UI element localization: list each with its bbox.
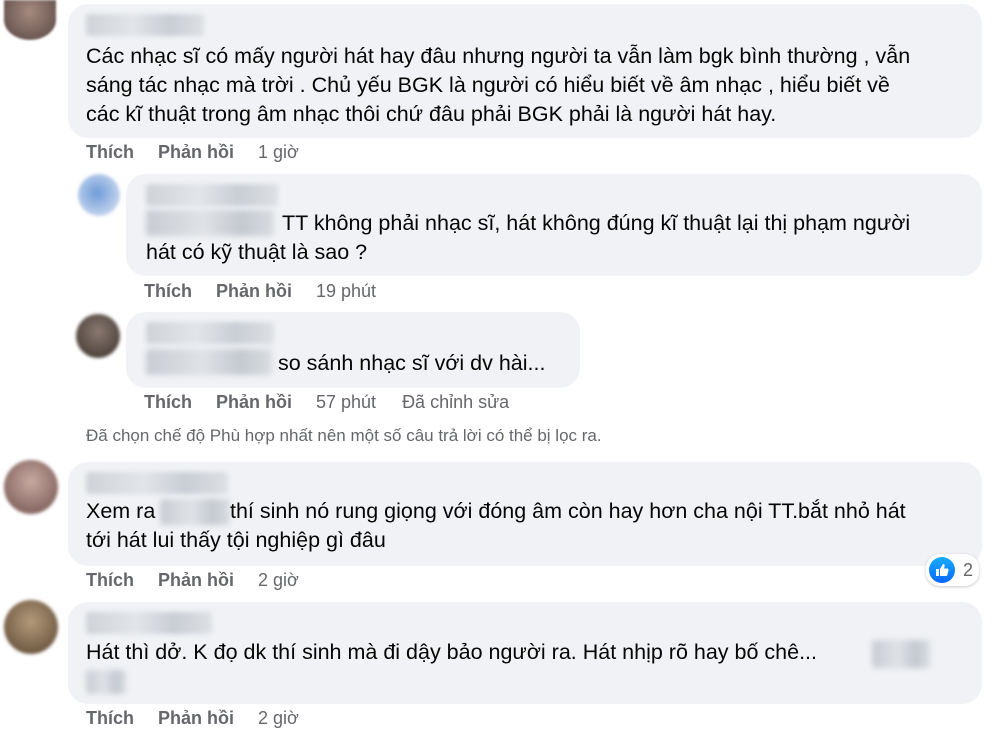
avatar[interactable]: [76, 314, 120, 358]
comment-text-line: TT không phải nhạc sĩ, hát không đúng kĩ…: [282, 211, 911, 235]
like-button[interactable]: Thích: [86, 570, 134, 591]
comment-timestamp[interactable]: 57 phút: [316, 392, 376, 413]
tagged-name-blurred[interactable]: [146, 349, 272, 375]
comment-bubble: Xem ra thí sinh nó rung giọng với đóng â…: [68, 462, 982, 566]
comment-text-line: tới hát lui thấy tội nghiệp gì đâu: [86, 528, 386, 552]
like-icon: [929, 557, 955, 583]
filter-notice: Đã chọn chế độ Phù hợp nhất nên một số c…: [86, 426, 602, 445]
commenter-name-blurred[interactable]: [86, 14, 204, 36]
avatar[interactable]: [4, 600, 58, 654]
comment-text-line: so sánh nhạc sĩ với dv hài...: [278, 351, 546, 375]
tagged-name-blurred[interactable]: [146, 210, 274, 236]
reaction-count: 2: [963, 559, 974, 580]
tagged-name-blurred[interactable]: [872, 640, 930, 668]
reply-button[interactable]: Phản hồi: [158, 708, 234, 729]
comment-actions: Thích Phản hồi 2 giờ: [86, 570, 299, 591]
like-button[interactable]: Thích: [86, 142, 134, 163]
avatar[interactable]: [4, 460, 58, 514]
comment-timestamp[interactable]: 2 giờ: [258, 708, 299, 729]
commenter-name-blurred[interactable]: [86, 472, 228, 494]
commenter-name-blurred[interactable]: [146, 322, 274, 344]
comment-timestamp[interactable]: 19 phút: [316, 281, 376, 302]
comment-actions: Thích Phản hồi 2 giờ: [86, 708, 299, 729]
comment-text-line: các kĩ thuật trong âm nhạc thôi chứ đâu …: [86, 102, 777, 126]
reaction-summary[interactable]: 2: [926, 554, 980, 586]
like-button[interactable]: Thích: [144, 392, 192, 413]
avatar[interactable]: [4, 0, 56, 40]
comment-text-line: Các nhạc sĩ có mấy người hát hay đâu như…: [86, 44, 911, 68]
comment-timestamp[interactable]: 2 giờ: [258, 570, 299, 591]
commenter-name-blurred[interactable]: [146, 184, 278, 206]
tagged-name-blurred[interactable]: [160, 499, 230, 525]
commenter-name-blurred[interactable]: [86, 612, 212, 634]
reply-button[interactable]: Phản hồi: [158, 570, 234, 591]
comment-timestamp[interactable]: 1 giờ: [258, 142, 299, 163]
comment-text-line: sáng tác nhạc mà trời . Chủ yếu BGK là n…: [86, 73, 890, 97]
reply-button[interactable]: Phản hồi: [216, 281, 292, 302]
comment-text-line: Hát thì dở. K đọ dk thí sinh mà đi dậy b…: [86, 640, 817, 664]
reply-button[interactable]: Phản hồi: [216, 392, 292, 413]
comment-text-line: hát có kỹ thuật là sao ?: [146, 240, 368, 264]
comment-actions: Thích Phản hồi 19 phút: [144, 281, 376, 302]
comment-bubble: Các nhạc sĩ có mấy người hát hay đâu như…: [68, 4, 982, 138]
like-button[interactable]: Thích: [86, 708, 134, 729]
reply-button[interactable]: Phản hồi: [158, 142, 234, 163]
comment-bubble: Hát thì dở. K đọ dk thí sinh mà đi dậy b…: [68, 602, 982, 704]
reply-bubble: TT không phải nhạc sĩ, hát không đúng kĩ…: [126, 174, 982, 276]
tagged-name-blurred[interactable]: [86, 670, 126, 694]
comment-text-line: Xem ra: [86, 499, 156, 523]
like-button[interactable]: Thích: [144, 281, 192, 302]
comment-text-line: thí sinh nó rung giọng với đóng âm còn h…: [230, 499, 906, 523]
edited-label[interactable]: Đã chỉnh sửa: [402, 392, 509, 413]
reply-bubble: so sánh nhạc sĩ với dv hài...: [126, 312, 580, 388]
avatar[interactable]: [78, 174, 120, 216]
comment-actions: Thích Phản hồi 1 giờ: [86, 142, 299, 163]
comment-actions: Thích Phản hồi 57 phút Đã chỉnh sửa: [144, 392, 509, 413]
